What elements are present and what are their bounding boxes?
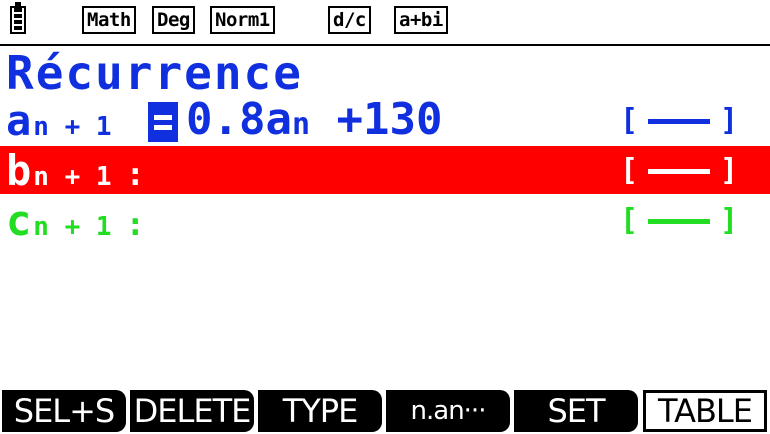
f6-table-button[interactable]: TABLE [643, 390, 767, 432]
sequence-colon-b: : [125, 155, 145, 193]
line-style-icon [648, 119, 710, 124]
complex-mode-indicator: a+bi [394, 6, 448, 34]
line-style-icon [648, 219, 710, 224]
sequence-var-b: b [6, 146, 32, 195]
line-style-selector-a[interactable]: [] [620, 104, 738, 138]
line-style-selector-b[interactable]: [] [620, 154, 738, 188]
equals-cursor [148, 102, 178, 142]
function-key-bar: SEL+S DELETE TYPE n.an··· SET TABLE [0, 390, 770, 434]
fraction-mode-indicator: d/c [328, 6, 371, 34]
f1-sel-s-button[interactable]: SEL+S [2, 390, 126, 432]
f4-n-an-button[interactable]: n.an··· [386, 390, 510, 432]
f2-delete-button[interactable]: DELETE [130, 390, 254, 432]
math-mode-indicator: Math [82, 6, 136, 34]
line-style-icon [648, 169, 710, 174]
expr-tail: +130 [310, 94, 443, 145]
f5-set-button[interactable]: SET [514, 390, 638, 432]
sequence-sub-a: n + 1 [33, 112, 112, 142]
display-mode-indicator: Norm1 [210, 6, 275, 34]
sequence-row-b[interactable]: bn + 1: [] [0, 146, 770, 195]
sequence-colon-c: : [125, 205, 145, 243]
expr-main: 0.8a [186, 94, 292, 145]
expr-sub: n [291, 107, 311, 142]
f3-type-button[interactable]: TYPE [258, 390, 382, 432]
sequence-sub-b: n + 1 [33, 162, 112, 192]
sequence-row-c[interactable]: cn + 1: [] [0, 196, 770, 245]
sequence-var-c: c [6, 196, 32, 245]
sequence-row-a[interactable]: an + 1 0.8an +130 [] [0, 94, 770, 145]
page-title: Récurrence [6, 46, 303, 100]
sequence-var-a: a [6, 96, 32, 145]
angle-mode-indicator: Deg [152, 6, 195, 34]
line-style-selector-c[interactable]: [] [620, 204, 738, 238]
battery-full-icon [10, 2, 26, 34]
sequence-sub-c: n + 1 [33, 212, 112, 242]
sequence-expression-a[interactable]: 0.8an +130 [186, 94, 442, 145]
status-bar: Math Deg Norm1 d/c a+bi [0, 0, 770, 46]
